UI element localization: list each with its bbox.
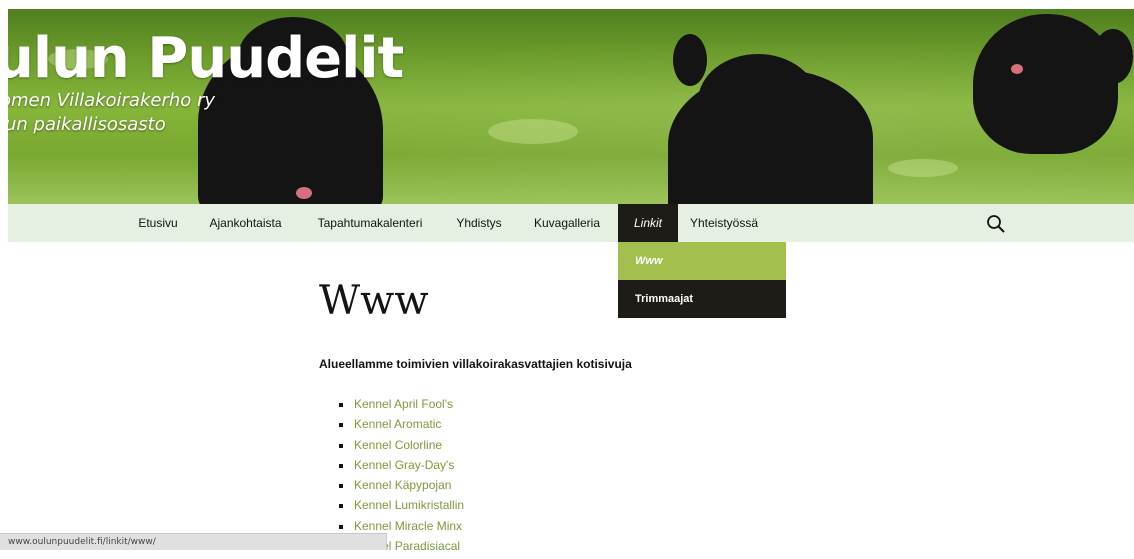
linkit-submenu: Www Trimmaajat [618,242,786,318]
page-title: Www [319,278,429,324]
kennel-link[interactable]: Kennel Colorline [354,438,442,452]
list-item: Kennel Colorline [339,438,464,458]
site-title[interactable]: ulun Puudelit [8,29,404,89]
kennel-link[interactable]: Kennel Käpypojan [354,478,451,492]
nav-item-tapahtumakalenteri[interactable]: Tapahtumakalenteri [306,204,434,242]
nav-item-etusivu[interactable]: Etusivu [129,204,187,242]
nav-item-ajankohtaista[interactable]: Ajankohtaista [201,204,290,242]
poodle-ear [1093,29,1133,84]
kennel-link[interactable]: Kennel Lumikristallin [354,498,464,512]
grass-highlight [888,159,958,177]
site-description-line2: lun paikallisosasto [8,114,166,135]
nav-item-linkit[interactable]: Linkit [618,204,678,242]
poodle-image [973,14,1118,154]
submenu-item-trimmaajat[interactable]: Trimmaajat [618,280,786,318]
list-item: Kennel Gray-Day's [339,458,464,478]
list-item: Kennel Aromatic [339,417,464,437]
header-banner: ulun Puudelit omen Villakoirakerho ry lu… [8,9,1134,204]
grass-highlight [488,119,578,144]
main-navigation: Etusivu Ajankohtaista Tapahtumakalenteri… [8,204,1134,242]
kennel-link[interactable]: Kennel Aromatic [354,417,441,431]
site-description-line1: omen Villakoirakerho ry [8,90,216,111]
submenu-item-www[interactable]: Www [618,242,786,280]
list-item: Kennel April Fool's [339,397,464,417]
nav-item-yhteistyossa[interactable]: Yhteistyössä [684,204,764,242]
nav-item-kuvagalleria[interactable]: Kuvagalleria [526,204,608,242]
search-icon[interactable] [986,214,1006,234]
site-description: omen Villakoirakerho ry lun paikallisosa… [8,89,215,137]
status-bar-url: www.oulunpuudelit.fi/linkit/www/ [0,533,387,550]
nav-item-yhdistys[interactable]: Yhdistys [449,204,509,242]
kennel-link[interactable]: Kennel April Fool's [354,397,453,411]
poodle-topknot [673,34,707,86]
kennel-link[interactable]: Kennel Miracle Minx [354,519,462,533]
kennel-link[interactable]: Kennel Gray-Day's [354,458,454,472]
list-item: Kennel Lumikristallin [339,498,464,518]
poodle-tongue [296,187,312,199]
list-item: Kennel Käpypojan [339,478,464,498]
intro-text: Alueellamme toimivien villakoirakasvatta… [319,357,632,371]
poodle-tongue [1011,64,1023,74]
